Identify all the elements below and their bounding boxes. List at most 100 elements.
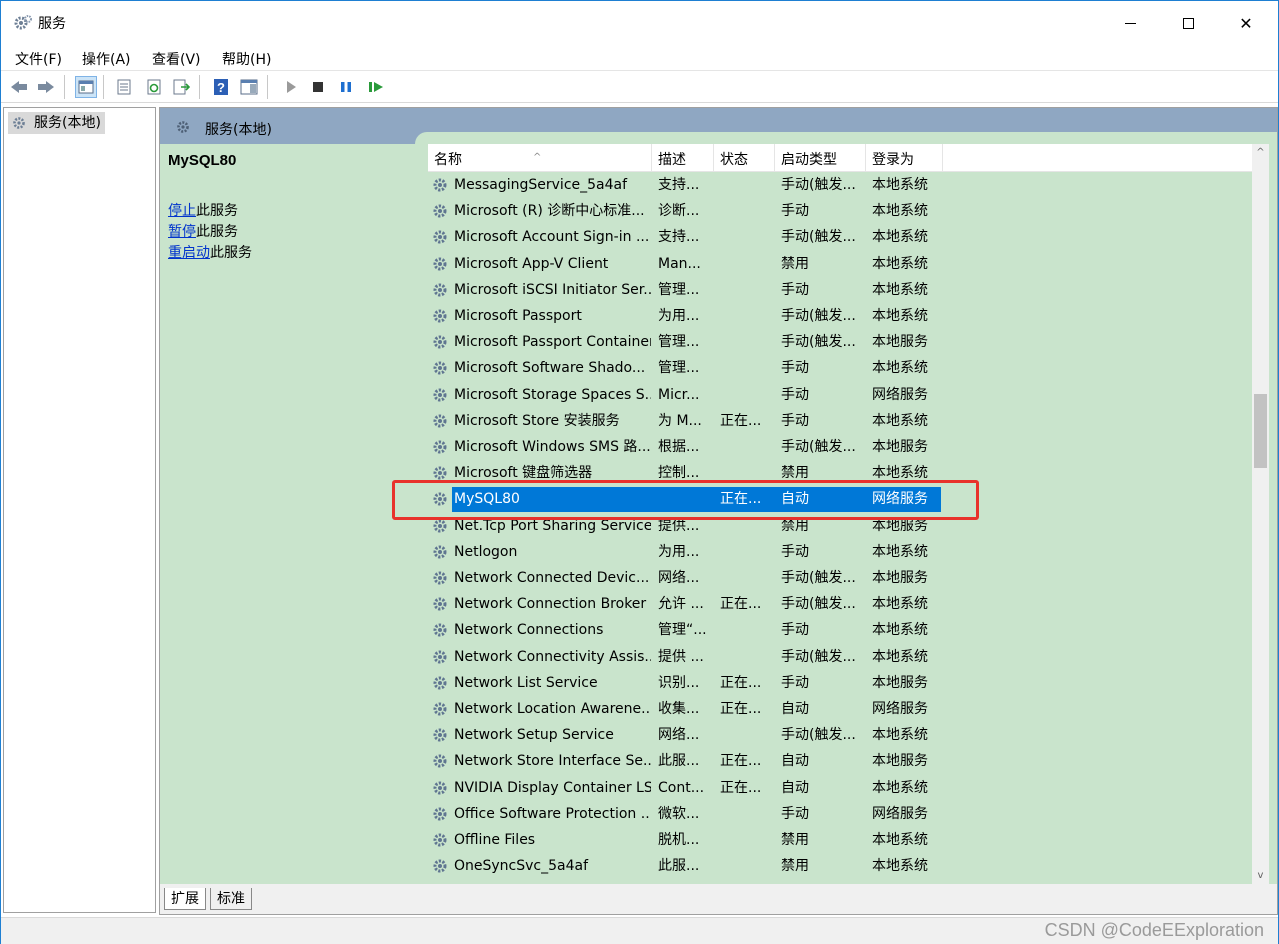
menu-help[interactable]: 帮助(H): [222, 49, 271, 69]
close-icon: ✕: [1239, 13, 1253, 33]
pause-service-link[interactable]: 暂停: [168, 224, 196, 240]
service-row[interactable]: Network Connected Devic... 网络... 手动(触发... 本…: [428, 565, 1258, 591]
service-log-on-as: 本地系统: [872, 360, 928, 377]
column-label: 启动类型: [781, 152, 837, 168]
service-name: Network List Service: [454, 674, 598, 691]
sort-ascending-icon: ^: [533, 152, 542, 163]
service-name: Microsoft iSCSI Initiator Ser...: [454, 281, 651, 298]
service-startup-type: 自动: [781, 701, 809, 717]
column-header-name[interactable]: 名称 ^: [428, 144, 652, 172]
service-name: Network Connectivity Assis...: [454, 648, 651, 665]
start-service-button[interactable]: [280, 76, 302, 98]
tree-item-services-local[interactable]: 服务(本地): [8, 112, 105, 134]
service-row[interactable]: Netlogon 为用... 手动 本地系统: [428, 539, 1258, 565]
service-status: [720, 853, 776, 879]
restart-service-button[interactable]: [365, 76, 387, 98]
vertical-scrollbar[interactable]: ^ v: [1252, 144, 1269, 884]
service-row[interactable]: Network Connectivity Assis... 提供 ... 手动(触发…: [428, 644, 1258, 670]
service-name: Network Connection Broker: [454, 596, 647, 613]
service-row[interactable]: MessagingService_5a4af 支持... 手动(触发... 本地系统: [428, 172, 1258, 198]
service-row[interactable]: Offline Files 脱机... 禁用 本地系统: [428, 827, 1258, 853]
service-status: [720, 722, 776, 748]
restart-service-link[interactable]: 重启动: [168, 245, 210, 261]
maximize-icon: [1182, 17, 1194, 29]
selected-service-name: MySQL80: [168, 152, 237, 169]
back-button[interactable]: [8, 76, 30, 98]
service-log-on-as: 本地系统: [872, 648, 928, 665]
service-row[interactable]: Network List Service 识别... 正在... 手动 本地服务: [428, 670, 1258, 696]
tab-standard[interactable]: 标准: [210, 888, 252, 910]
menu-view[interactable]: 查看(V): [152, 49, 201, 69]
tab-extended[interactable]: 扩展: [164, 888, 206, 910]
service-gear-icon: [433, 623, 447, 637]
menu-file[interactable]: 文件(F): [15, 49, 62, 69]
console-tree: 服务(本地): [3, 107, 156, 913]
service-row[interactable]: OneSyncSvc_5a4af 此服... 禁用 本地系统: [428, 853, 1258, 879]
column-header-status[interactable]: 状态: [714, 144, 775, 172]
close-button[interactable]: ✕: [1217, 1, 1275, 45]
forward-button[interactable]: [35, 76, 57, 98]
column-header-startup-type[interactable]: 启动类型: [775, 144, 866, 172]
service-row[interactable]: Microsoft Software Shado... 管理... 手动 本地系统: [428, 355, 1258, 381]
properties-button[interactable]: [113, 76, 135, 98]
export-list-button[interactable]: [170, 76, 192, 98]
service-row[interactable]: Microsoft Passport Container 管理... 手动(触发..…: [428, 329, 1258, 355]
export-icon: [173, 79, 190, 95]
minimize-button[interactable]: [1101, 1, 1159, 45]
console-tree-icon: [78, 80, 94, 94]
service-row[interactable]: Network Connection Broker 允许 ... 正在... 手动(触…: [428, 591, 1258, 617]
pause-service-button[interactable]: [335, 76, 357, 98]
service-row[interactable]: Microsoft Store 安装服务 为 M... 正在... 手动 本地系统: [428, 408, 1258, 434]
service-gear-icon: [433, 283, 447, 297]
column-label: 描述: [658, 152, 686, 168]
service-row[interactable]: Microsoft Passport 为用... 手动(触发... 本地系统: [428, 303, 1258, 329]
service-log-on-as: 本地系统: [872, 255, 928, 272]
service-gear-icon: [433, 309, 447, 323]
scroll-thumb[interactable]: [1254, 394, 1267, 468]
stop-service-link[interactable]: 停止: [168, 203, 196, 219]
service-status: [720, 617, 776, 643]
service-row[interactable]: NVIDIA Display Container LS Cont... 正在... 自…: [428, 775, 1258, 801]
service-row[interactable]: Microsoft (R) 诊断中心标准... 诊断... 手动 本地系统: [428, 198, 1258, 224]
service-row[interactable]: Network Connections 管理“... 手动 本地系统: [428, 617, 1258, 643]
service-log-on-as: 本地系统: [872, 779, 928, 796]
pause-service-action: 暂停此服务: [168, 221, 238, 241]
service-row[interactable]: Network Setup Service 网络... 手动(触发... 本地系统: [428, 722, 1258, 748]
service-name: Netlogon: [454, 543, 518, 560]
service-startup-type: 手动: [781, 386, 809, 403]
show-hide-tree-button[interactable]: [75, 76, 97, 98]
service-gear-icon: [433, 388, 447, 402]
refresh-icon: [147, 79, 161, 95]
service-startup-type: 禁用: [781, 858, 809, 875]
maximize-button[interactable]: [1159, 1, 1217, 45]
service-row[interactable]: Office Software Protection ... 微软... 手动 网络服…: [428, 801, 1258, 827]
service-row[interactable]: Microsoft iSCSI Initiator Ser... 管理... 手动 本…: [428, 277, 1258, 303]
stop-service-button[interactable]: [307, 76, 329, 98]
refresh-button[interactable]: [143, 76, 165, 98]
column-header-description[interactable]: 描述: [652, 144, 714, 172]
action-suffix: 此服务: [210, 245, 252, 261]
service-row[interactable]: Network Store Interface Se... 此服... 正在... 自…: [428, 748, 1258, 774]
service-name: NVIDIA Display Container LS: [454, 779, 651, 796]
menu-action[interactable]: 操作(A): [82, 49, 131, 69]
service-log-on-as: 网络服务: [872, 386, 928, 403]
service-row[interactable]: Microsoft App-V Client Man... 禁用 本地系统: [428, 251, 1258, 277]
column-header-log-on-as[interactable]: 登录为: [866, 144, 943, 172]
scroll-up-icon[interactable]: ^: [1252, 144, 1269, 161]
service-row[interactable]: Network Location Awarene... 收集... 正在... 自动 网…: [428, 696, 1258, 722]
service-gear-icon: [433, 702, 447, 716]
scroll-down-icon[interactable]: v: [1252, 867, 1269, 884]
service-description: Micr...: [658, 386, 700, 403]
service-gear-icon: [433, 204, 447, 218]
service-row[interactable]: Microsoft Windows SMS 路... 根据... 手动(触发... 本…: [428, 434, 1258, 460]
column-label: 名称: [434, 152, 462, 168]
service-name: Microsoft Store 安装服务: [454, 412, 620, 429]
service-row[interactable]: Microsoft Account Sign-in ... 支持... 手动(触发.…: [428, 224, 1258, 250]
service-row[interactable]: Microsoft Storage Spaces S... Micr... 手动 网络…: [428, 382, 1258, 408]
action-suffix: 此服务: [196, 203, 238, 219]
show-hide-action-pane-button[interactable]: [238, 76, 260, 98]
service-name: Microsoft Passport: [454, 308, 582, 324]
help-button[interactable]: ?: [210, 76, 232, 98]
service-name: Offline Files: [454, 832, 536, 848]
service-name: Network Store Interface Se...: [454, 753, 651, 770]
